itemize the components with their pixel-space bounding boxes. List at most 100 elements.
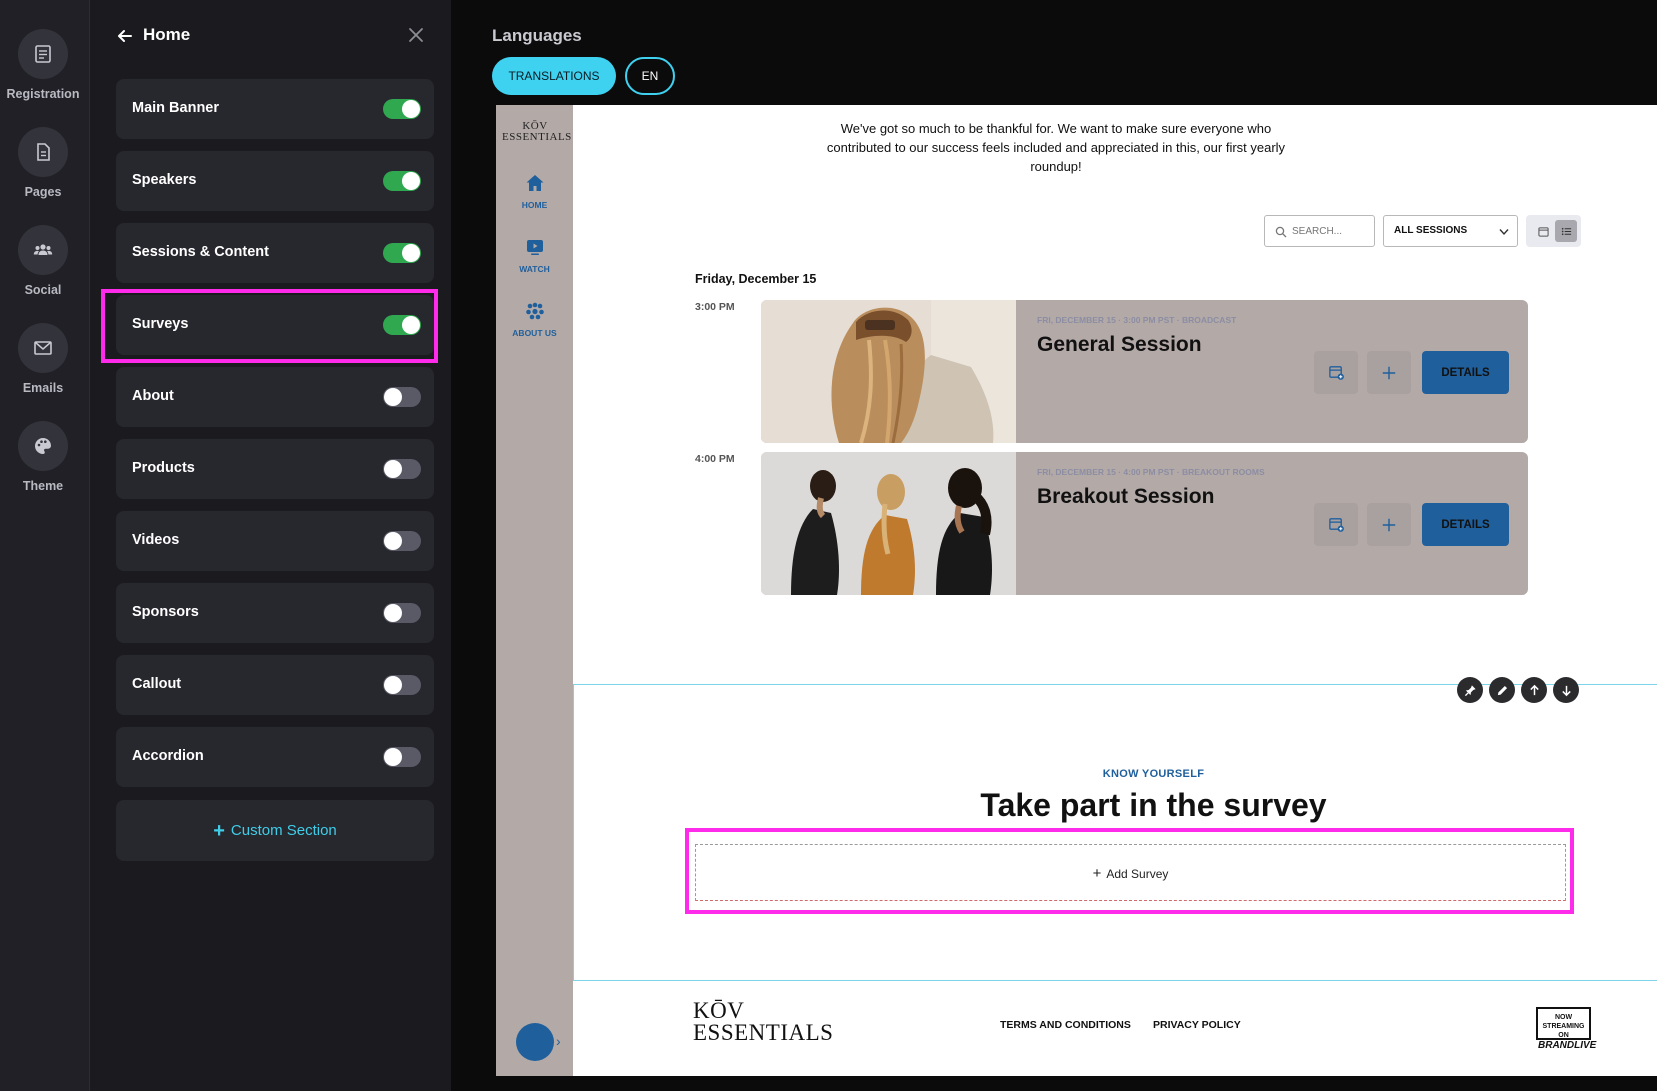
list-icon xyxy=(1561,227,1571,235)
footer-logo[interactable]: KŌV ESSENTIALS xyxy=(693,998,833,1044)
calendar-add-icon xyxy=(1328,366,1344,380)
session-filter-select[interactable]: ALL SESSIONS xyxy=(1383,215,1518,247)
session-filter-value: ALL SESSIONS xyxy=(1394,225,1468,236)
toggle-knob xyxy=(402,316,420,334)
section-label: Videos xyxy=(132,532,180,548)
section-toggle[interactable] xyxy=(383,675,421,695)
arrow-up-icon xyxy=(1529,684,1539,695)
edit-section-button[interactable] xyxy=(1489,677,1515,703)
session-details-button[interactable]: DETAILS xyxy=(1422,351,1509,394)
add-to-calendar-button[interactable] xyxy=(1314,351,1358,394)
section-row-sponsors[interactable]: Sponsors xyxy=(116,583,434,643)
calendar-view-button[interactable] xyxy=(1532,220,1554,242)
toggle-knob xyxy=(384,604,402,622)
session-thumbnail xyxy=(761,452,1016,595)
add-session-button[interactable] xyxy=(1367,351,1411,394)
toggle-knob xyxy=(384,748,402,766)
section-toggle[interactable] xyxy=(383,243,421,263)
rail-item-social[interactable]: Social xyxy=(0,225,86,297)
preview-nav-watch[interactable]: WATCH xyxy=(496,237,573,274)
close-icon[interactable] xyxy=(407,26,425,44)
session-card-general[interactable]: FRI, DECEMBER 15 · 3:00 PM PST · BROADCA… xyxy=(761,300,1528,443)
session-search-input[interactable] xyxy=(1292,222,1370,240)
session-details-button[interactable]: DETAILS xyxy=(1422,503,1509,546)
section-toggle[interactable] xyxy=(383,99,421,119)
rail-item-theme[interactable]: Theme xyxy=(0,421,86,493)
survey-section-frame xyxy=(573,684,1657,981)
section-label: Speakers xyxy=(132,172,197,188)
panel-header: Home xyxy=(115,22,425,50)
brandlive-badge[interactable]: NOW STREAMING ON BRANDLIVE xyxy=(1536,1007,1596,1051)
section-row-videos[interactable]: Videos xyxy=(116,511,434,571)
rail-item-registration[interactable]: Registration xyxy=(0,29,86,101)
toggle-knob xyxy=(384,388,402,406)
section-toggle[interactable] xyxy=(383,459,421,479)
badge-brand: BRANDLIVE xyxy=(1538,1040,1597,1051)
section-toggle[interactable] xyxy=(383,531,421,551)
move-section-down-button[interactable] xyxy=(1553,677,1579,703)
session-search-field[interactable] xyxy=(1264,215,1375,247)
toggle-knob xyxy=(384,676,402,694)
section-row-about[interactable]: About xyxy=(116,367,434,427)
back-arrow-icon[interactable] xyxy=(115,26,135,46)
section-row-sessions-content[interactable]: Sessions & Content xyxy=(116,223,434,283)
section-label: Sponsors xyxy=(132,604,199,620)
session-meta: FRI, DECEMBER 15 · 4:00 PM PST · BREAKOU… xyxy=(1037,467,1265,477)
rail-label: Registration xyxy=(6,87,80,101)
terms-link[interactable]: TERMS AND CONDITIONS xyxy=(1000,1019,1131,1031)
section-label: About xyxy=(132,388,174,404)
sections-panel: Home Main Banner Speakers Sessions & Con… xyxy=(90,0,451,1091)
section-row-accordion[interactable]: Accordion xyxy=(116,727,434,787)
section-toggle[interactable] xyxy=(383,315,421,335)
toggle-knob xyxy=(402,244,420,262)
emails-icon xyxy=(18,323,68,373)
pin-icon xyxy=(1464,684,1476,696)
preview-avatar[interactable] xyxy=(516,1023,554,1061)
add-survey-label-wrap: + Add Survey xyxy=(1093,865,1169,882)
session-title: Breakout Session xyxy=(1037,485,1215,508)
translations-button[interactable]: TRANSLATIONS xyxy=(492,57,616,95)
chevron-right-icon[interactable]: › xyxy=(556,1033,561,1049)
section-label: Callout xyxy=(132,676,182,692)
preview-nav-label: HOME xyxy=(521,200,548,210)
rail-item-pages[interactable]: Pages xyxy=(0,127,86,199)
pin-section-button[interactable] xyxy=(1457,677,1483,703)
preview-logo[interactable]: KŌV ESSENTIALS xyxy=(502,121,572,143)
add-survey-button[interactable]: + Add Survey xyxy=(695,844,1566,901)
toggle-knob xyxy=(384,532,402,550)
about-us-icon xyxy=(525,302,544,320)
registration-icon xyxy=(18,29,68,79)
watch-icon xyxy=(526,240,543,255)
move-section-up-button[interactable] xyxy=(1521,677,1547,703)
preview-nav-label: WATCH xyxy=(519,264,550,274)
section-toggle[interactable] xyxy=(383,747,421,767)
languages-title: Languages xyxy=(492,26,582,45)
preview-nav-home[interactable]: HOME xyxy=(496,173,573,210)
language-en-button[interactable]: EN xyxy=(625,57,675,95)
rail-item-emails[interactable]: Emails xyxy=(0,323,86,395)
session-title: General Session xyxy=(1037,333,1202,356)
section-toggle[interactable] xyxy=(383,603,421,623)
plus-icon: + xyxy=(213,820,225,842)
add-session-button[interactable] xyxy=(1367,503,1411,546)
section-row-surveys[interactable]: Surveys xyxy=(116,295,434,355)
page-preview: KŌV ESSENTIALS HOME WATCH ABOUT US › We'… xyxy=(496,105,1657,1076)
section-toggle[interactable] xyxy=(383,171,421,191)
section-row-products[interactable]: Products xyxy=(116,439,434,499)
list-view-button[interactable] xyxy=(1555,220,1577,242)
preview-nav-about-us[interactable]: ABOUT US xyxy=(496,301,573,338)
section-row-callout[interactable]: Callout xyxy=(116,655,434,715)
section-row-main-banner[interactable]: Main Banner xyxy=(116,79,434,139)
home-icon xyxy=(526,175,543,191)
footer-logo-line: KŌV xyxy=(693,998,745,1023)
section-row-speakers[interactable]: Speakers xyxy=(116,151,434,211)
add-custom-section-button[interactable]: + Custom Section xyxy=(116,800,434,861)
session-meta: FRI, DECEMBER 15 · 3:00 PM PST · BROADCA… xyxy=(1037,315,1237,325)
pages-icon xyxy=(18,127,68,177)
preview-logo-line: ESSENTIALS xyxy=(502,131,572,143)
search-icon xyxy=(1275,226,1287,238)
add-to-calendar-button[interactable] xyxy=(1314,503,1358,546)
session-card-breakout[interactable]: FRI, DECEMBER 15 · 4:00 PM PST · BREAKOU… xyxy=(761,452,1528,595)
section-toggle[interactable] xyxy=(383,387,421,407)
privacy-link[interactable]: PRIVACY POLICY xyxy=(1153,1019,1241,1031)
